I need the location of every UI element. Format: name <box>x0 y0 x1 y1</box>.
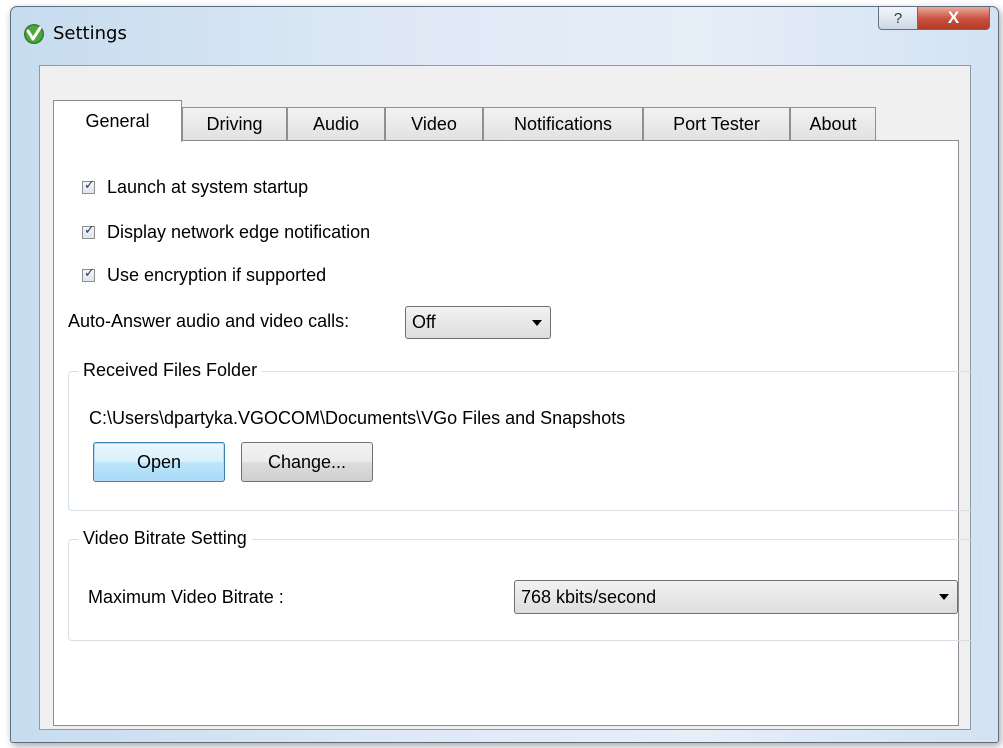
window-title: Settings <box>53 23 127 44</box>
close-icon: X <box>947 8 960 27</box>
checkmark-icon: ✓ <box>84 266 95 281</box>
help-button[interactable]: ? <box>878 7 918 30</box>
close-button[interactable]: X <box>917 7 990 30</box>
change-folder-button[interactable]: Change... <box>241 442 373 482</box>
chevron-down-icon <box>532 319 542 326</box>
encryption-checkbox[interactable]: ✓ Use encryption if supported <box>82 265 326 286</box>
tab-audio[interactable]: Audio <box>287 107 385 141</box>
video-bitrate-title: Video Bitrate Setting <box>78 528 252 549</box>
video-bitrate-group: Video Bitrate Setting Maximum Video Bitr… <box>68 528 980 641</box>
client-area: General Driving Audio Video Notification… <box>39 65 980 730</box>
auto-answer-value: Off <box>412 312 436 332</box>
checkbox-box[interactable]: ✓ <box>82 266 95 282</box>
tab-video[interactable]: Video <box>385 107 483 141</box>
auto-answer-dropdown[interactable]: Off <box>405 306 551 339</box>
max-bitrate-label: Maximum Video Bitrate : <box>88 587 284 607</box>
tab-driving[interactable]: Driving <box>182 107 287 141</box>
tab-port-tester[interactable]: Port Tester <box>643 107 790 141</box>
received-files-group: Received Files Folder C:\Users\dpartyka.… <box>68 360 980 511</box>
checkbox-label: Launch at system startup <box>107 177 309 197</box>
tab-general[interactable]: General <box>53 100 182 142</box>
max-bitrate-dropdown[interactable]: 768 kbits/second <box>514 580 958 614</box>
vgo-logo-icon <box>24 24 44 44</box>
settings-window: Settings ? X General Driving Audio Video… <box>10 6 999 743</box>
checkbox-box[interactable]: ✓ <box>82 178 95 194</box>
chevron-down-icon <box>939 594 949 600</box>
open-folder-button[interactable]: Open <box>93 442 225 482</box>
launch-startup-checkbox[interactable]: ✓ Launch at system startup <box>82 177 308 198</box>
checkbox-label: Display network edge notification <box>107 222 371 242</box>
network-edge-checkbox[interactable]: ✓ Display network edge notification <box>82 222 370 243</box>
checkbox-box[interactable]: ✓ <box>82 223 95 239</box>
tab-notifications[interactable]: Notifications <box>483 107 643 141</box>
title-bar[interactable]: Settings ? X <box>11 7 998 57</box>
max-bitrate-value: 768 kbits/second <box>521 586 657 607</box>
auto-answer-label: Auto-Answer audio and video calls: <box>68 311 350 331</box>
checkmark-icon: ✓ <box>84 178 95 193</box>
general-tab-panel: ✓ Launch at system startup ✓ Display net… <box>53 140 980 726</box>
received-files-title: Received Files Folder <box>78 360 263 381</box>
checkmark-icon: ✓ <box>84 223 95 238</box>
checkbox-label: Use encryption if supported <box>107 265 327 285</box>
received-files-path: C:\Users\dpartyka.VGOCOM\Documents\VGo F… <box>89 408 626 428</box>
help-icon: ? <box>893 9 903 27</box>
tab-about[interactable]: About <box>790 107 876 141</box>
